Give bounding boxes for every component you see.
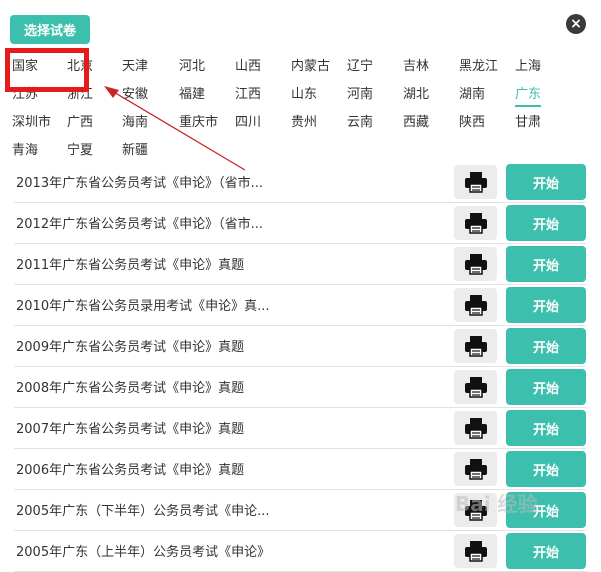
start-button[interactable]: 开始: [506, 164, 586, 200]
print-button[interactable]: [454, 165, 497, 199]
start-button[interactable]: 开始: [506, 205, 586, 241]
print-button[interactable]: [454, 534, 497, 568]
print-button[interactable]: [454, 452, 497, 486]
printer-icon: [464, 541, 487, 562]
start-button[interactable]: 开始: [506, 246, 586, 282]
paper-title[interactable]: 2007年广东省公务员考试《申论》真题: [16, 418, 244, 437]
paper-title[interactable]: 2010年广东省公务员录用考试《申论》真...: [16, 295, 269, 314]
print-button[interactable]: [454, 370, 497, 404]
start-button[interactable]: 开始: [506, 533, 586, 569]
paper-row: 2008年广东省公务员考试《申论》真题 开始: [14, 367, 586, 408]
paper-title[interactable]: 2008年广东省公务员考试《申论》真题: [16, 377, 244, 396]
start-button[interactable]: 开始: [506, 328, 586, 364]
start-button[interactable]: 开始: [506, 287, 586, 323]
paper-row: 2010年广东省公务员录用考试《申论》真... 开始: [14, 285, 586, 326]
paper-title[interactable]: 2009年广东省公务员考试《申论》真题: [16, 336, 244, 355]
print-button[interactable]: [454, 288, 497, 322]
paper-title[interactable]: 2013年广东省公务员考试《申论》（省市...: [16, 172, 263, 191]
print-button[interactable]: [454, 247, 497, 281]
paper-row: 2013年广东省公务员考试《申论》（省市... 开始: [14, 162, 586, 203]
paper-row: 2005年广东（上半年）公务员考试《申论》 开始: [14, 531, 586, 572]
printer-icon: [464, 254, 487, 275]
paper-title[interactable]: 2005年广东（下半年）公务员考试《申论...: [16, 500, 269, 519]
start-button[interactable]: 开始: [506, 369, 586, 405]
paper-title[interactable]: 2011年广东省公务员考试《申论》真题: [16, 254, 244, 273]
paper-row: 2011年广东省公务员考试《申论》真题 开始: [14, 244, 586, 285]
paper-row: 2009年广东省公务员考试《申论》真题 开始: [14, 326, 586, 367]
paper-title[interactable]: 2005年广东（上半年）公务员考试《申论》: [16, 541, 270, 560]
printer-icon: [464, 459, 487, 480]
printer-icon: [464, 172, 487, 193]
watermark-logo: Bai 经验: [455, 492, 538, 516]
start-button[interactable]: 开始: [506, 410, 586, 446]
printer-icon: [464, 418, 487, 439]
print-button[interactable]: [454, 329, 497, 363]
printer-icon: [464, 377, 487, 398]
start-button[interactable]: 开始: [506, 451, 586, 487]
printer-icon: [464, 295, 487, 316]
print-button[interactable]: [454, 206, 497, 240]
printer-icon: [464, 213, 487, 234]
print-button[interactable]: [454, 411, 497, 445]
paper-title[interactable]: 2006年广东省公务员考试《申论》真题: [16, 459, 244, 478]
paper-row: 2012年广东省公务员考试《申论》（省市... 开始: [14, 203, 586, 244]
printer-icon: [464, 336, 487, 357]
paper-row: 2007年广东省公务员考试《申论》真题 开始: [14, 408, 586, 449]
paper-title[interactable]: 2012年广东省公务员考试《申论》（省市...: [16, 213, 263, 232]
paper-row: 2006年广东省公务员考试《申论》真题 开始: [14, 449, 586, 490]
